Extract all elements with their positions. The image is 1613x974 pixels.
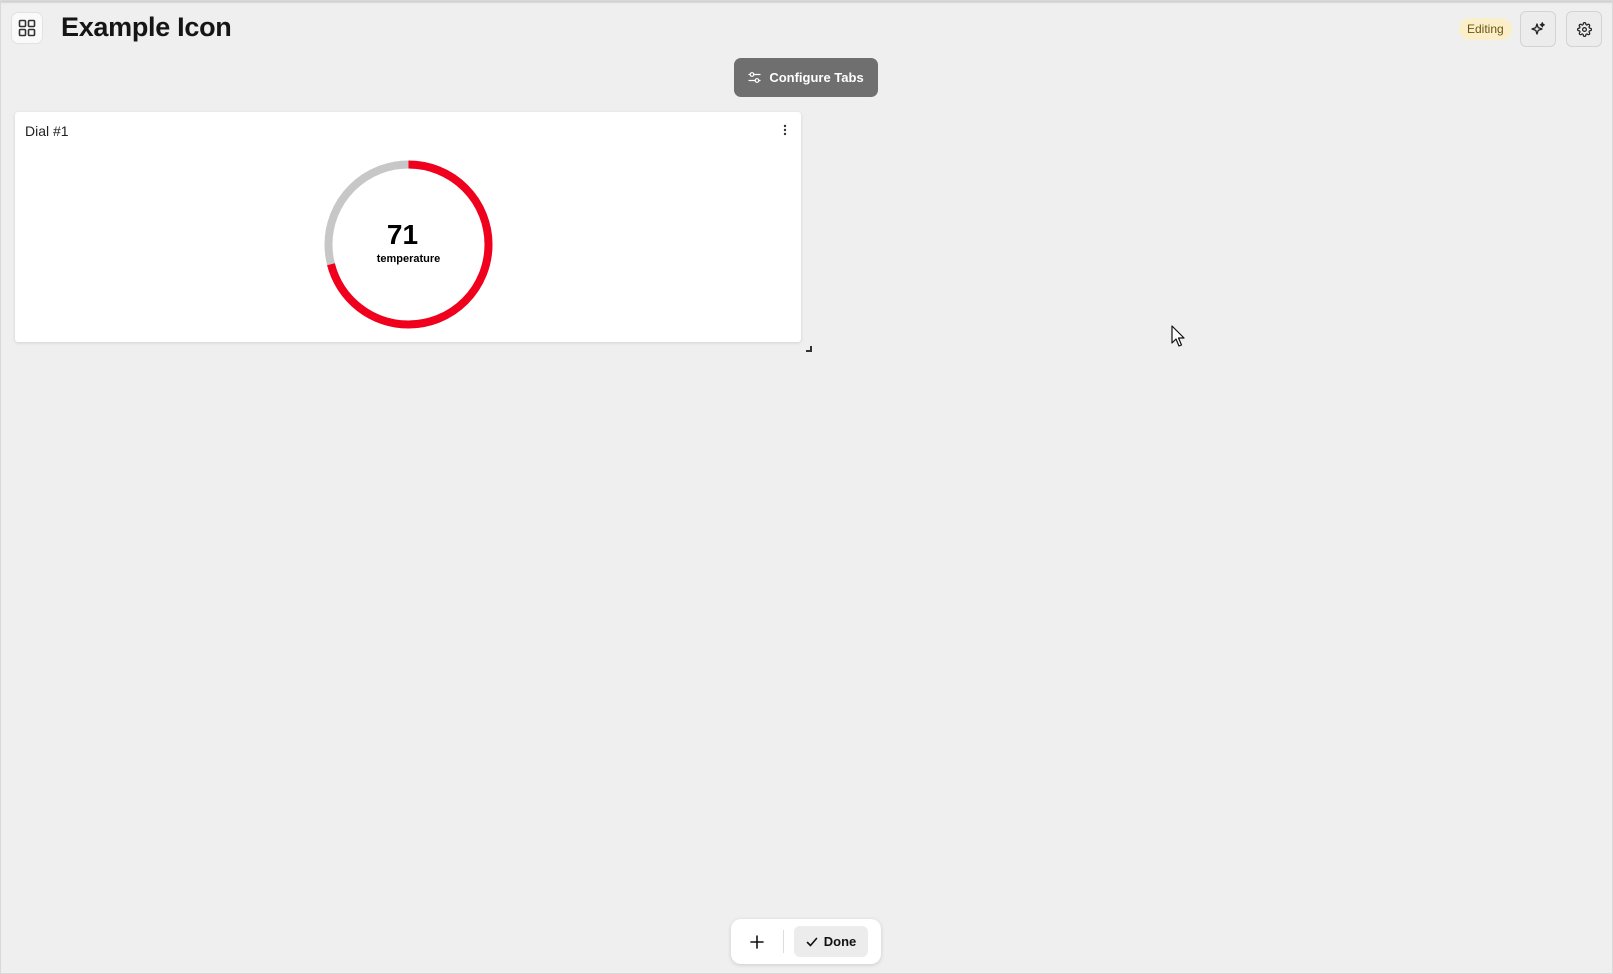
check-icon xyxy=(806,937,818,946)
apps-button[interactable] xyxy=(11,12,43,44)
widget-resize-handle[interactable] xyxy=(806,346,812,352)
widget-menu-button[interactable] xyxy=(777,121,793,139)
settings-button[interactable] xyxy=(1566,11,1602,47)
done-button[interactable]: Done xyxy=(794,926,868,957)
status-badge: Editing xyxy=(1459,18,1512,40)
sparkle-icon xyxy=(1531,22,1545,35)
done-label: Done xyxy=(823,934,857,949)
mouse-cursor-icon xyxy=(1171,325,1185,347)
grid-icon xyxy=(18,19,36,37)
configure-tabs-button[interactable]: Configure Tabs xyxy=(734,58,878,97)
widget-title: Dial #1 xyxy=(25,123,69,139)
gear-icon xyxy=(1576,21,1592,37)
sliders-icon xyxy=(748,72,761,83)
more-vertical-icon xyxy=(783,124,787,136)
dial-label: temperature xyxy=(376,253,441,265)
page-title: Example Icon xyxy=(61,12,232,42)
window-top-shadow xyxy=(1,1,1612,4)
add-widget-button[interactable] xyxy=(741,926,773,957)
dial-widget[interactable]: Dial #1 71 temperature xyxy=(15,112,801,342)
bottom-action-bar: Done xyxy=(731,919,881,964)
configure-tabs-label: Configure Tabs xyxy=(769,70,864,85)
dial-value: 71 xyxy=(386,219,419,250)
plus-icon xyxy=(750,934,764,949)
dial-gauge: 71 temperature xyxy=(321,157,496,332)
divider xyxy=(783,930,784,953)
ai-assistant-button[interactable] xyxy=(1520,11,1556,47)
